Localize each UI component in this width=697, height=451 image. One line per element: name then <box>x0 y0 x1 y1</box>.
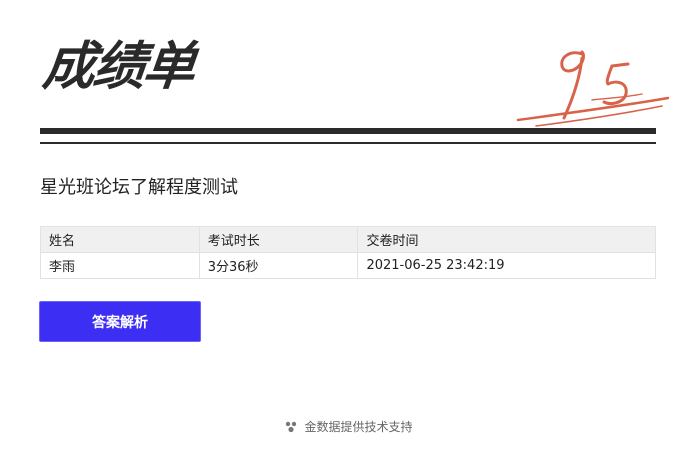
exam-name: 星光班论坛了解程度测试 <box>40 177 238 198</box>
cell-name: 李雨 <box>40 252 200 279</box>
score-value: 95 <box>512 36 514 37</box>
header-duration: 考试时长 <box>198 226 359 253</box>
jinshuju-logo-icon <box>286 421 297 432</box>
cell-submit-time: 2021-06-25 23:42:19 <box>357 252 656 279</box>
header-submit-time: 交卷时间 <box>357 226 656 253</box>
footer-text[interactable]: 金数据提供技术支持 <box>304 418 412 435</box>
footer: 金数据提供技术支持 <box>0 418 697 435</box>
header-name: 姓名 <box>40 226 200 253</box>
result-table: 姓名 考试时长 交卷时间 李雨 3分36秒 2021-06-25 23:42:1… <box>40 226 656 279</box>
cell-duration: 3分36秒 <box>198 252 359 279</box>
answer-analysis-button[interactable]: 答案解析 <box>39 301 201 342</box>
table-row: 李雨 3分36秒 2021-06-25 23:42:19 <box>40 252 656 279</box>
table-header-row: 姓名 考试时长 交卷时间 <box>40 226 656 253</box>
header-divider-thick <box>40 128 656 134</box>
transcript-page: 成绩单 95 星光班论坛了解程度测试 姓名 考试时长 交卷时间 李雨 3分36秒 <box>0 0 697 451</box>
score-handwritten: 95 <box>512 36 670 127</box>
page-title: 成绩单 <box>40 37 197 97</box>
header-divider-thin <box>40 142 656 144</box>
